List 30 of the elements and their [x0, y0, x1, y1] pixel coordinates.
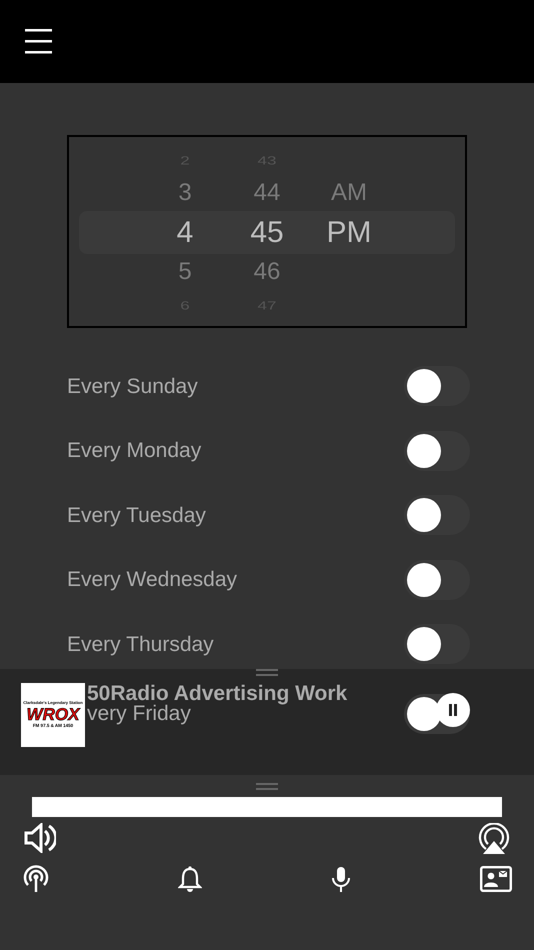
picker-option[interactable]: PM	[326, 218, 372, 248]
menu-icon[interactable]	[25, 28, 52, 55]
repeat-label: very Friday	[87, 702, 191, 728]
drag-handle-icon[interactable]	[256, 669, 278, 677]
picker-option[interactable]: 3	[178, 181, 192, 205]
repeat-label: Every Monday	[67, 438, 202, 464]
contact-card-icon[interactable]	[480, 866, 512, 892]
airplay-icon[interactable]	[478, 823, 510, 855]
toggle-switch[interactable]	[404, 495, 470, 536]
picker-option[interactable]: 44	[254, 181, 280, 205]
picker-option[interactable]: 5	[178, 260, 192, 284]
repeat-label: Every Wednesday	[67, 567, 238, 593]
toggle-switch[interactable]	[404, 624, 470, 664]
toggle-switch[interactable]	[404, 366, 470, 406]
toggle-switch[interactable]	[404, 430, 470, 471]
picker-option[interactable]: 46	[254, 260, 280, 284]
repeat-label: Every Tuesday	[67, 502, 206, 528]
picker-option[interactable]: AM	[331, 181, 367, 205]
broadcast-icon[interactable]	[22, 865, 50, 893]
drag-handle-icon[interactable]	[256, 783, 278, 791]
bell-icon[interactable]	[178, 866, 202, 892]
repeat-label: Every Thursday	[67, 632, 214, 658]
microphone-icon[interactable]	[330, 866, 352, 892]
picker-option[interactable]: 4	[176, 218, 194, 248]
track-title: 50Radio Advertising Work	[87, 681, 348, 705]
speaker-icon[interactable]	[24, 823, 56, 853]
toggle-switch[interactable]	[404, 560, 470, 600]
picker-option[interactable]: 45	[250, 218, 284, 248]
pause-icon	[448, 704, 458, 716]
repeat-label: Every Sunday	[67, 374, 198, 400]
